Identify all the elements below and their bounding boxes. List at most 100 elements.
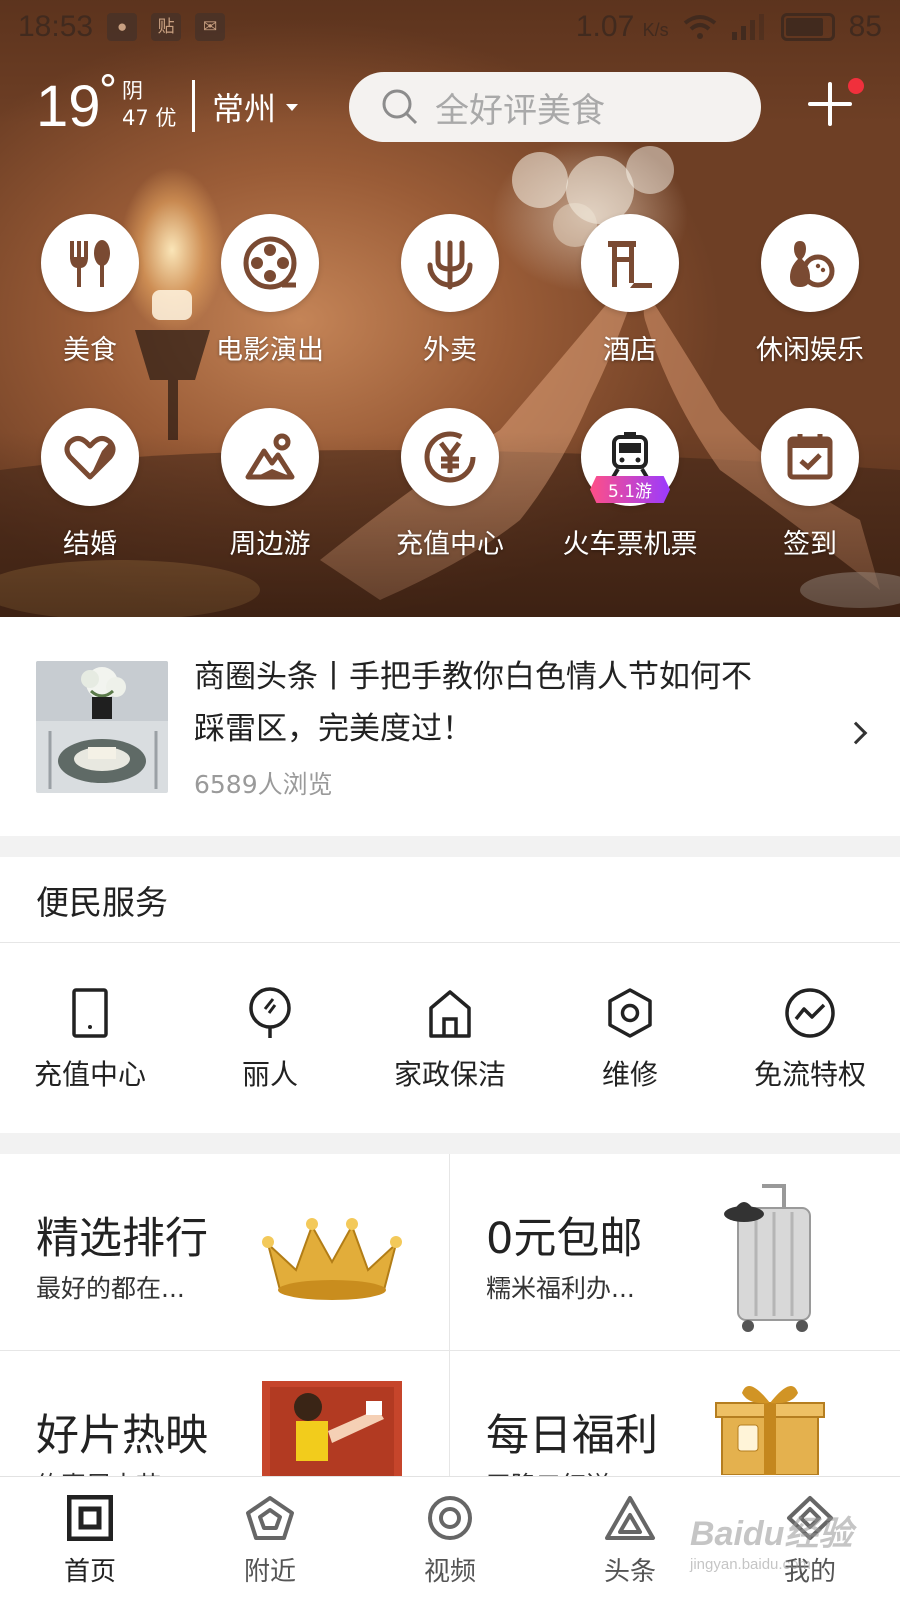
pentagon-icon <box>246 1496 294 1540</box>
promo-daily-benefits[interactable]: 每日福利 天降口红送... <box>450 1351 899 1476</box>
service-beauty[interactable]: 丽人 <box>180 987 360 1093</box>
category-icon-circle <box>41 214 139 312</box>
divider <box>192 80 195 132</box>
category-label: 电影演出 <box>216 335 324 366</box>
tab-home[interactable]: 首页 <box>0 1477 180 1600</box>
notification-dot <box>848 78 864 94</box>
status-right: 1.07 K/s 85 <box>576 10 882 44</box>
food-icon <box>70 240 110 287</box>
category-movies[interactable]: 电影演出 <box>180 214 360 408</box>
promo-top-picks[interactable]: 精选排行 最好的都在... <box>0 1154 449 1350</box>
promo-free-shipping[interactable]: 0元包邮 糯米福利办... <box>450 1154 899 1350</box>
promo-subtitle: 约惠周末节... <box>36 1466 185 1476</box>
category-train-flight[interactable]: 5.1游 火车票机票 <box>540 408 720 602</box>
film-reel-icon <box>243 236 297 290</box>
promo-badge: 5.1游 <box>589 476 671 503</box>
service-housekeeping[interactable]: 家政保洁 <box>360 987 540 1093</box>
service-repair[interactable]: 维修 <box>540 987 720 1093</box>
category-label: 休闲娱乐 <box>756 335 864 366</box>
service-label: 家政保洁 <box>393 1058 506 1091</box>
category-label: 充值中心 <box>396 529 504 560</box>
category-label: 酒店 <box>603 335 657 366</box>
search-icon <box>382 89 418 125</box>
chevron-right-icon <box>844 721 868 745</box>
category-label: 签到 <box>783 529 837 560</box>
category-icon-circle <box>41 408 139 506</box>
category-icon-circle <box>401 214 499 312</box>
promo-hot-movies[interactable]: 好片热映 约惠周末节... <box>0 1351 449 1476</box>
mountain-icon <box>245 433 295 480</box>
calendar-check-icon <box>787 434 833 480</box>
promo-subtitle: 天降口红送... <box>486 1466 635 1476</box>
category-nearby-travel[interactable]: 周边游 <box>180 408 360 602</box>
tab-label: 视频 <box>423 1557 476 1587</box>
category-grid: 美食 电影演出 外卖 酒店 休闲娱乐 结婚 周边游 充值中心 5.1游 火车票机… <box>0 214 900 602</box>
battery-percent: 85 <box>848 10 882 43</box>
category-wedding[interactable]: 结婚 <box>0 408 180 602</box>
category-icon-circle <box>221 214 319 312</box>
service-label: 免流特权 <box>753 1058 866 1091</box>
mirror-icon <box>249 987 291 1038</box>
triangle-icon <box>605 1496 655 1540</box>
category-recharge[interactable]: 充值中心 <box>360 408 540 602</box>
category-label: 外卖 <box>423 335 477 366</box>
phone-icon <box>72 988 108 1038</box>
tab-label: 首页 <box>63 1557 116 1587</box>
promo-title: 每日福利 <box>486 1411 658 1461</box>
promo-title: 好片热映 <box>36 1411 208 1461</box>
news-title: 商圈头条丨手把手教你白色情人节如何不踩雷区，完美度过！ <box>194 659 752 747</box>
add-icon[interactable] <box>806 80 854 128</box>
bowling-icon <box>790 241 835 288</box>
news-view-count: 6589人浏览 <box>194 770 333 799</box>
grid-divider-horizontal <box>0 1350 900 1351</box>
service-label: 充值中心 <box>33 1058 146 1091</box>
hex-nut-icon <box>608 988 652 1038</box>
home-square-icon <box>67 1495 113 1541</box>
headline-news-card[interactable]: 商圈头条丨手把手教你白色情人节如何不踩雷区，完美度过！ 6589人浏览 <box>0 617 900 836</box>
grid-divider-vertical <box>449 1154 450 1476</box>
table-setting-image <box>36 661 168 793</box>
hero-banner: 18:53 ● 贴 ✉ 1.07 K/s 85 19 ° 阴 47 优 常州 全… <box>0 0 900 617</box>
battery-level <box>785 18 824 36</box>
caret-down-icon <box>286 103 299 111</box>
temperature: 19 <box>36 74 101 139</box>
top-bar: 19 ° 阴 47 优 常州 全好评美食 <box>0 68 900 142</box>
search-placeholder: 全好评美食 <box>435 90 605 131</box>
promo-title: 精选排行 <box>36 1214 208 1264</box>
category-icon-circle <box>761 408 859 506</box>
category-leisure[interactable]: 休闲娱乐 <box>720 214 900 408</box>
tab-label: 头条 <box>603 1557 656 1587</box>
tab-video[interactable]: 视频 <box>360 1477 540 1600</box>
service-recharge[interactable]: 充值中心 <box>0 987 180 1093</box>
tab-label: 附近 <box>243 1557 296 1587</box>
category-takeout[interactable]: 外卖 <box>360 214 540 408</box>
category-label: 周边游 <box>229 529 311 560</box>
net-speed-value: 1.07 <box>575 10 635 43</box>
section-title: 便民服务 <box>0 857 900 943</box>
house-icon <box>429 990 471 1038</box>
yen-coin-icon <box>424 431 476 483</box>
service-free-data[interactable]: 免流特权 <box>720 987 900 1093</box>
signal-icon <box>731 14 764 40</box>
gift-box-image <box>715 1385 825 1475</box>
category-label: 美食 <box>63 335 117 366</box>
battery-icon <box>780 13 835 41</box>
category-checkin[interactable]: 签到 <box>720 408 900 602</box>
category-hotel[interactable]: 酒店 <box>540 214 720 408</box>
heart-icon <box>64 436 116 480</box>
search-bar[interactable]: 全好评美食 <box>349 72 761 142</box>
category-food[interactable]: 美食 <box>0 214 180 408</box>
category-icon-circle <box>581 214 679 312</box>
tab-nearby[interactable]: 附近 <box>180 1477 360 1600</box>
category-icon-circle <box>401 408 499 506</box>
air-quality: 47 优 <box>122 106 177 130</box>
net-speed: 1.07 K/s <box>576 10 669 44</box>
suitcase-image <box>724 1184 811 1332</box>
category-label: 火车票机票 <box>562 529 698 560</box>
city-selector[interactable]: 常州 <box>212 84 299 130</box>
sticker-icon: 贴 <box>151 13 182 41</box>
hotel-icon <box>608 241 652 288</box>
service-label: 丽人 <box>241 1058 298 1091</box>
net-speed-unit: K/s <box>642 20 669 40</box>
news-thumbnail <box>36 661 168 793</box>
